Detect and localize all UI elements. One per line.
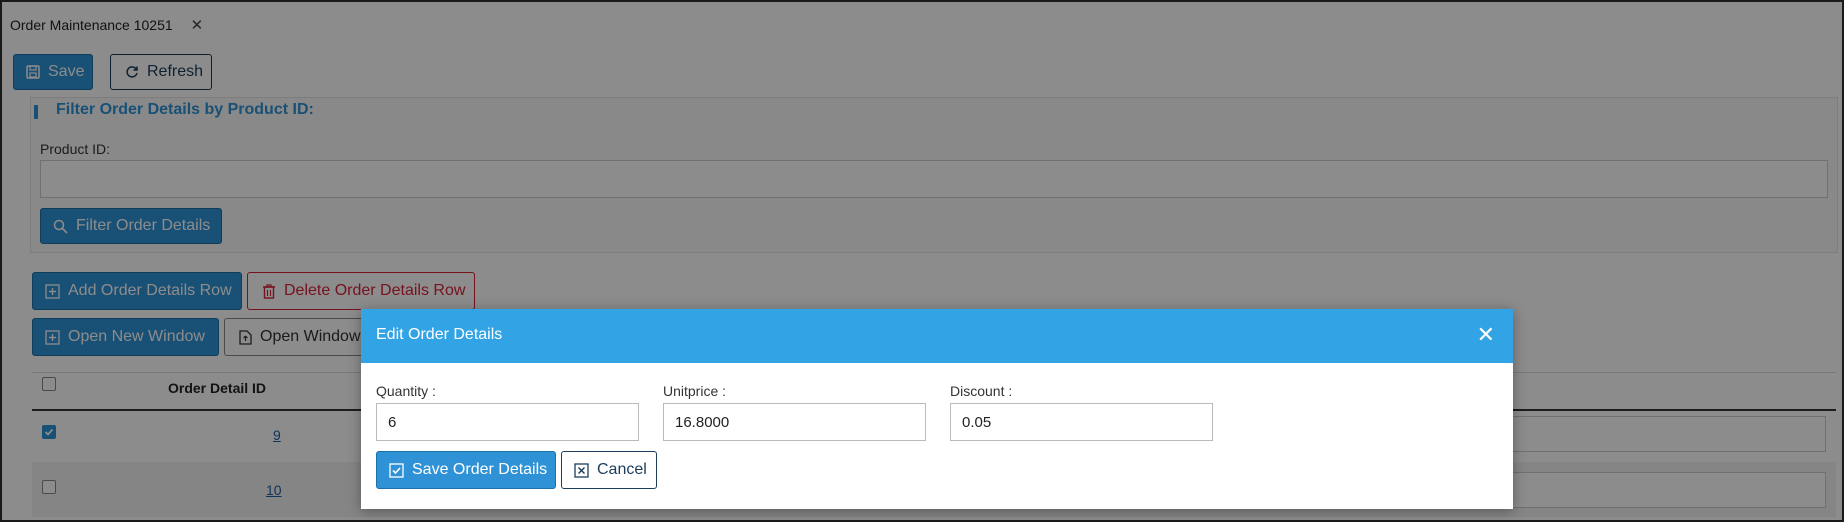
save-order-details-button[interactable]: Save Order Details bbox=[376, 451, 556, 489]
unitprice-label: Unitprice : bbox=[663, 383, 727, 399]
close-square-icon bbox=[574, 462, 589, 478]
check-square-icon bbox=[389, 462, 404, 478]
discount-label: Discount : bbox=[950, 383, 1013, 399]
discount-input[interactable]: 0.05 bbox=[950, 403, 1213, 441]
quantity-label: Quantity : bbox=[376, 383, 436, 399]
cancel-label: Cancel bbox=[597, 461, 647, 478]
dialog-close-icon[interactable]: ✕ bbox=[1477, 324, 1495, 346]
unitprice-input[interactable]: 16.8000 bbox=[663, 403, 926, 441]
dialog-header: Edit Order Details ✕ bbox=[361, 309, 1513, 363]
quantity-input[interactable]: 6 bbox=[376, 403, 639, 441]
app-window: Order Maintenance 10251 ✕ Save Refresh F… bbox=[0, 0, 1844, 522]
cancel-button[interactable]: Cancel bbox=[561, 451, 657, 489]
edit-order-details-dialog: Edit Order Details ✕ Quantity : 6 Unitpr… bbox=[361, 309, 1513, 509]
save-order-details-label: Save Order Details bbox=[412, 461, 548, 478]
dialog-title: Edit Order Details bbox=[376, 326, 503, 343]
